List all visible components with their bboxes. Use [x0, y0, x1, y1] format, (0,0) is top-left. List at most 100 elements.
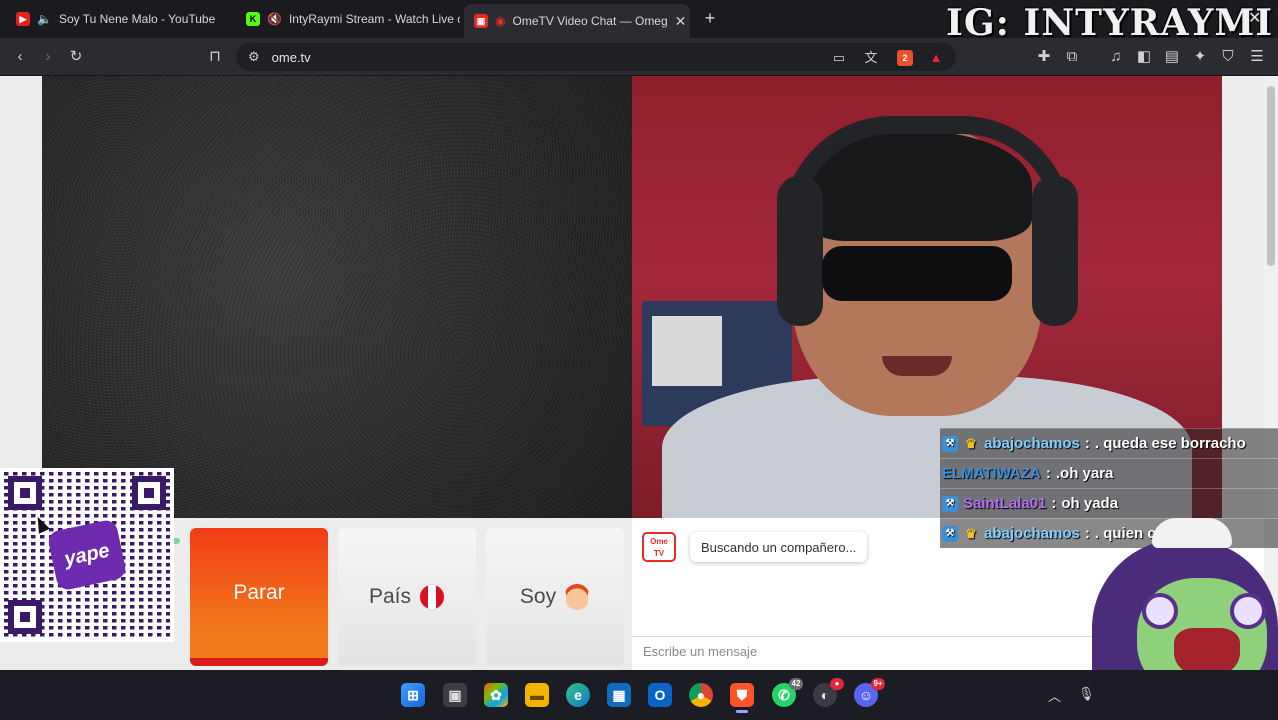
- boy-emoji-icon: [564, 584, 591, 610]
- gender-label: Soy: [519, 585, 557, 608]
- brave-shield-icon[interactable]: 2: [897, 50, 913, 66]
- youtube-icon: ▶: [16, 12, 30, 26]
- chat-user-badge-icon: ⚒: [942, 525, 958, 542]
- kick-icon: K: [246, 12, 260, 26]
- chat-user-badge-icon: ⚒: [942, 495, 958, 512]
- reload-icon[interactable]: ↻: [66, 47, 86, 67]
- window-close-icon[interactable]: ✕: [1248, 8, 1261, 28]
- country-label: País: [368, 585, 412, 608]
- chat-username: SaintLala01: [963, 495, 1047, 512]
- windows-taskbar: ⊞ ▣ ✿ ▬ e ▦ O ● ⛊ ✆ 42 ◐ ● ☺ 9+ ︿ 🎙: [0, 670, 1278, 720]
- chat-separator: :: [1084, 525, 1090, 542]
- task-view-icon[interactable]: ▣: [443, 683, 467, 707]
- edge-icon[interactable]: e: [566, 683, 590, 707]
- speaker-mute-icon[interactable]: 🔇: [267, 12, 282, 26]
- whatsapp-icon[interactable]: ✆ 42: [772, 678, 803, 707]
- discord-badge: 9+: [871, 678, 885, 690]
- mascot-hat: [1152, 518, 1232, 548]
- peru-flag-icon: [419, 584, 446, 610]
- microphone-icon[interactable]: 🎙: [1078, 686, 1095, 702]
- forward-icon[interactable]: ›: [38, 47, 58, 67]
- media-icon[interactable]: ♫: [1106, 47, 1126, 67]
- extensions-icon[interactable]: ✚: [1034, 47, 1054, 67]
- ometv-icon: ▣: [474, 14, 488, 28]
- ometv-page: Parar País Soy Ome TV Buscando un compañ…: [0, 76, 1278, 670]
- address-bar[interactable]: ⚙ ome.tv ▭ 文 2 ▲: [236, 43, 956, 71]
- chat-separator: :: [1051, 495, 1057, 512]
- chat-username: abajochamos: [984, 435, 1080, 452]
- leo-ai-icon[interactable]: ✦: [1190, 47, 1210, 67]
- browser-toolbar: ‹ › ↻ ⊓ ⚙ ome.tv ▭ 文 2 ▲ ✚ ⧉ ♫ ◧ ▤ ✦ ⛉ ☰: [0, 38, 1278, 76]
- person-mouth: [882, 356, 952, 376]
- mascot-eye: [1142, 593, 1178, 629]
- whatsapp-badge: 42: [789, 678, 803, 690]
- video-static: [42, 76, 632, 518]
- chat-text: oh yada: [1061, 495, 1119, 512]
- recording-app-icon[interactable]: ◐ ●: [813, 678, 844, 707]
- chat-message: ⚒ SaintLala01 : oh yada: [940, 488, 1278, 518]
- bookmark-icon[interactable]: ⊓: [205, 47, 225, 67]
- copilot-icon[interactable]: ✿: [484, 683, 508, 707]
- tab-strip: ▶ 🔈 Soy Tu Nene Malo - YouTube K 🔇 IntyR…: [0, 0, 1278, 44]
- chat-username: ELMATIWAZA: [942, 465, 1041, 482]
- outlook-icon[interactable]: O: [648, 683, 672, 707]
- address-url[interactable]: ome.tv: [272, 50, 311, 65]
- recording-icon: ◉: [495, 14, 506, 28]
- chrome-icon[interactable]: ●: [689, 683, 713, 707]
- chat-message: ELMATIWAZA : .oh yara: [940, 458, 1278, 488]
- discord-icon[interactable]: ☺ 9+: [854, 678, 885, 707]
- chat-user-badge-icon: ⚒: [942, 435, 958, 452]
- wallet-icon[interactable]: ▤: [1162, 47, 1182, 67]
- yape-qr-code: yape: [0, 468, 174, 642]
- tab-title: IntyRaymi Stream - Watch Live or: [288, 12, 460, 26]
- chat-message: ⚒ ♛ abajochamos : . queda ese borracho: [940, 428, 1278, 458]
- site-settings-icon[interactable]: ⚙: [248, 49, 260, 65]
- translate-icon[interactable]: 文: [863, 50, 879, 66]
- crown-icon: ♛: [965, 435, 977, 451]
- brave-rewards-icon[interactable]: ▲: [928, 50, 944, 66]
- crown-icon: ♛: [965, 525, 977, 541]
- headset-right-cup: [1032, 176, 1078, 326]
- tab-youtube[interactable]: ▶ 🔈 Soy Tu Nene Malo - YouTube: [6, 6, 230, 32]
- new-tab-button[interactable]: +: [700, 8, 720, 29]
- status-message: Buscando un compañero...: [690, 532, 868, 562]
- cast-icon[interactable]: ▭: [831, 50, 847, 66]
- chat-separator: :: [1084, 435, 1090, 452]
- brave-icon[interactable]: ⛊: [730, 683, 754, 713]
- tab-ometv[interactable]: ▣ ◉ OmeTV Video Chat — Omeg ✕: [464, 4, 690, 38]
- qr-finder: [132, 476, 166, 510]
- stranger-video: [42, 76, 632, 518]
- speaker-mute-icon[interactable]: 🔈: [37, 12, 52, 26]
- stop-label: Parar: [233, 581, 285, 604]
- tab-kick[interactable]: K 🔇 IntyRaymi Stream - Watch Live or: [236, 6, 460, 32]
- menu-icon[interactable]: ☰: [1247, 47, 1267, 67]
- vpn-icon[interactable]: ⛉: [1218, 47, 1238, 67]
- country-button[interactable]: País: [338, 528, 476, 666]
- screenshot-icon[interactable]: ⧉: [1062, 47, 1082, 67]
- file-explorer-icon[interactable]: ▬: [525, 683, 549, 707]
- sunglasses: [822, 246, 1012, 301]
- tray-overflow-icon[interactable]: ︿: [1048, 686, 1061, 705]
- chat-separator: :: [1045, 465, 1051, 482]
- ometv-logo: Ome TV: [642, 532, 676, 562]
- scrollbar-thumb[interactable]: [1267, 86, 1275, 266]
- close-tab-icon[interactable]: ✕: [675, 13, 687, 30]
- tab-title: OmeTV Video Chat — Omeg: [512, 14, 668, 28]
- headset-left-cup: [777, 176, 823, 326]
- chat-username: abajochamos: [984, 525, 1080, 542]
- headset-band: [782, 116, 1072, 226]
- message-input[interactable]: [632, 636, 1102, 666]
- mascot-eye: [1230, 593, 1266, 629]
- qr-pattern: yape: [4, 472, 170, 638]
- gender-button[interactable]: Soy: [486, 528, 624, 666]
- yape-logo: yape: [46, 518, 128, 592]
- back-icon[interactable]: ‹: [10, 47, 30, 67]
- microsoft-store-icon[interactable]: ▦: [607, 683, 631, 707]
- recording-badge: ●: [830, 678, 844, 690]
- chat-text: .oh yara: [1055, 465, 1114, 482]
- sidebar-icon[interactable]: ◧: [1134, 47, 1154, 67]
- stop-button[interactable]: Parar: [190, 528, 328, 666]
- windows-start-icon[interactable]: ⊞: [401, 683, 425, 707]
- tab-title: Soy Tu Nene Malo - YouTube: [58, 12, 216, 26]
- qr-finder: [8, 476, 42, 510]
